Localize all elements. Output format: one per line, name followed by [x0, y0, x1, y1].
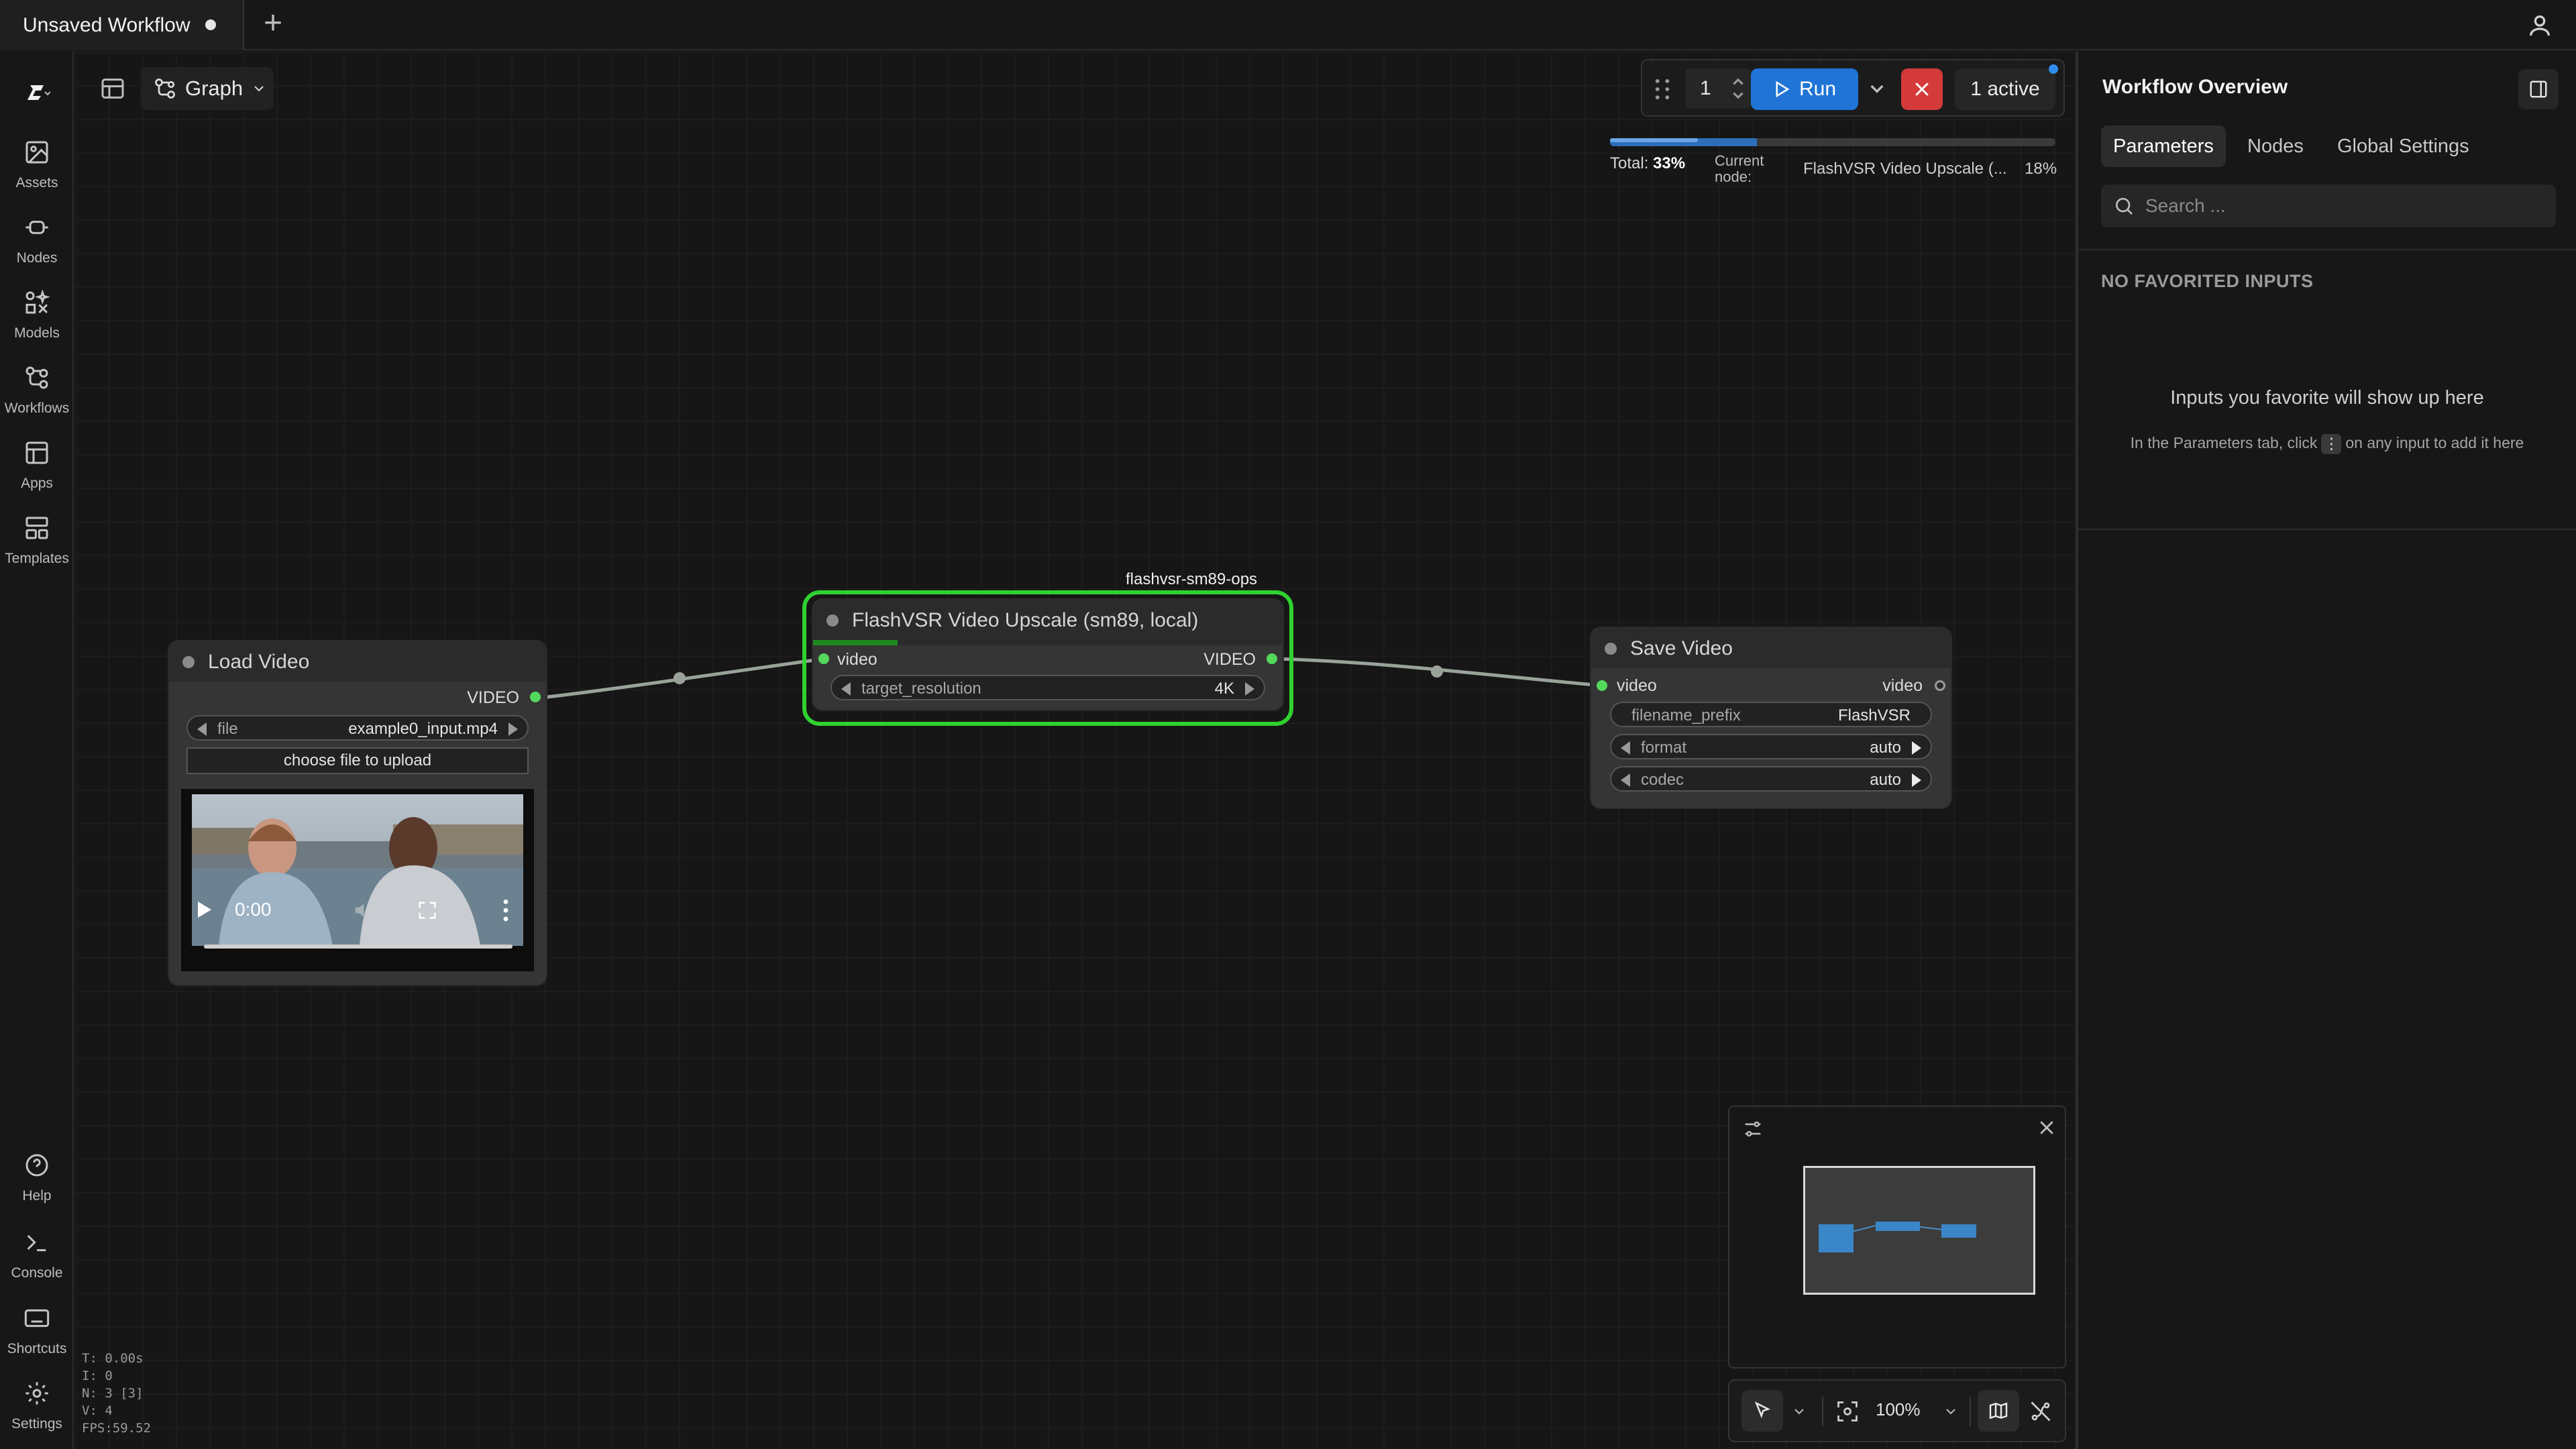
volume-icon[interactable]	[352, 899, 374, 922]
prev-arrow-icon[interactable]	[1621, 773, 1630, 787]
widget-label: file	[217, 720, 238, 738]
fullscreen-icon[interactable]	[417, 900, 437, 920]
stat-time: T: 0.00s	[82, 1351, 144, 1366]
render-stats: T: 0.00s I: 0 N: 3 [3] V: 4 FPS:59.52	[82, 1350, 151, 1437]
link-midpoint	[674, 672, 686, 684]
input-socket-video[interactable]	[818, 653, 829, 664]
prev-arrow-icon[interactable]	[197, 722, 207, 736]
widget-value: example0_input.mp4	[348, 720, 498, 738]
prev-arrow-icon[interactable]	[841, 682, 851, 696]
empty-heading: NO FAVORITED INPUTS	[2101, 271, 2314, 291]
output-socket-video[interactable]	[1935, 680, 1945, 691]
more-options-icon: ⋮	[2321, 434, 2342, 454]
tab-global-settings[interactable]: Global Settings	[2325, 125, 2481, 167]
video-player[interactable]: 0:00	[181, 789, 534, 971]
output-socket[interactable]	[530, 692, 541, 702]
chevron-down-icon[interactable]	[1943, 1403, 1959, 1419]
stat-iterations: I: 0	[82, 1368, 113, 1383]
panel-title: Workflow Overview	[2102, 76, 2288, 98]
output-label: video	[1882, 676, 1923, 695]
link-midpoint	[1431, 665, 1443, 678]
widget-label: filename_prefix	[1631, 706, 1741, 724]
chevron-down-icon[interactable]	[1791, 1403, 1807, 1419]
search-input[interactable]	[2145, 184, 2534, 227]
hide-links-icon[interactable]	[2029, 1399, 2053, 1424]
select-tool-button[interactable]	[1741, 1390, 1783, 1432]
fit-view-icon[interactable]	[1835, 1399, 1860, 1424]
node-collapse-dot[interactable]	[182, 656, 195, 668]
widget-label: codec	[1641, 771, 1684, 789]
file-combo-widget[interactable]: file example0_input.mp4	[186, 715, 529, 741]
node-title: Load Video	[208, 651, 310, 673]
filename-prefix-widget[interactable]: filename_prefix FlashVSR	[1610, 702, 1932, 727]
node-progress-track	[813, 640, 1283, 645]
empty-hint: In the Parameters tab, click ⋮ on any inpu…	[2078, 434, 2576, 454]
next-arrow-icon[interactable]	[1245, 682, 1254, 696]
pointer-icon	[1754, 1401, 1771, 1419]
widget-value: FlashVSR	[1837, 706, 1911, 724]
empty-message: Inputs you favorite will show up here	[2170, 387, 2484, 409]
node-header[interactable]: Load Video	[169, 641, 546, 682]
stat-vertices: V: 4	[82, 1403, 113, 1418]
widget-label: format	[1641, 739, 1687, 757]
node-collapse-dot[interactable]	[1605, 643, 1617, 655]
output-label: VIDEO	[1203, 650, 1256, 669]
divider	[1822, 1397, 1823, 1426]
next-arrow-icon[interactable]	[1912, 741, 1921, 755]
search-box[interactable]	[2101, 184, 2556, 227]
prev-arrow-icon[interactable]	[1621, 741, 1630, 755]
node-progress-fill	[813, 640, 898, 645]
target-resolution-widget[interactable]: target_resolution 4K	[830, 675, 1265, 700]
input-socket-video[interactable]	[1597, 680, 1607, 691]
stat-nodes: N: 3 [3]	[82, 1386, 144, 1401]
minimap[interactable]	[1728, 1106, 2066, 1368]
output-socket-video[interactable]	[1267, 653, 1277, 664]
node-title: Save Video	[1630, 637, 1733, 659]
widget-value: auto	[1870, 739, 1901, 757]
hint-text-after: on any input to add it here	[2345, 434, 2524, 452]
panel-toggle-button[interactable]	[2518, 69, 2559, 109]
input-label: video	[1617, 676, 1657, 695]
panel-right-icon	[2530, 80, 2547, 98]
tab-nodes[interactable]: Nodes	[2235, 125, 2316, 167]
divider	[1970, 1397, 1971, 1426]
play-icon[interactable]	[197, 902, 212, 918]
node-title: FlashVSR Video Upscale (sm89, local)	[852, 609, 1199, 631]
zoom-level[interactable]: 100%	[1876, 1399, 1921, 1420]
upload-button[interactable]: choose file to upload	[186, 747, 529, 774]
input-label: video	[837, 650, 877, 669]
node-header[interactable]: Save Video	[1591, 628, 1951, 668]
hint-text-before: In the Parameters tab, click	[2130, 434, 2318, 452]
node-badge: flashvsr-sm89-ops	[1126, 570, 1258, 588]
video-time: 0:00	[235, 899, 272, 920]
map-icon	[1989, 1402, 2008, 1419]
next-arrow-icon[interactable]	[1912, 773, 1921, 787]
node-collapse-dot[interactable]	[826, 614, 839, 627]
minimap-toggle-button[interactable]	[1978, 1390, 2019, 1432]
widget-label: target_resolution	[861, 680, 981, 698]
video-thumbnail	[192, 794, 523, 946]
stat-fps: FPS:59.52	[82, 1421, 151, 1436]
minimap-viewport[interactable]	[1803, 1166, 2035, 1295]
widget-value: auto	[1870, 771, 1901, 789]
output-label: VIDEO	[467, 688, 519, 707]
node-load-video[interactable]: Load Video VIDEO file example0_input.mp4…	[169, 641, 546, 985]
tab-parameters[interactable]: Parameters	[2101, 125, 2226, 167]
widget-value: 4K	[1214, 680, 1234, 698]
node-flashvsr-upscale[interactable]: FlashVSR Video Upscale (sm89, local) vid…	[813, 600, 1283, 710]
codec-widget[interactable]: codec auto	[1610, 766, 1932, 792]
node-save-video[interactable]: Save Video video video filename_prefix F…	[1591, 628, 1951, 808]
next-arrow-icon[interactable]	[508, 722, 518, 736]
workflow-overview-panel: Workflow Overview Parameters Nodes Globa…	[2076, 52, 2576, 1449]
sliders-icon[interactable]	[1741, 1118, 1764, 1140]
video-seek-bar[interactable]	[204, 945, 513, 949]
format-widget[interactable]: format auto	[1610, 734, 1932, 759]
divider	[2078, 529, 2576, 530]
close-icon[interactable]	[2037, 1118, 2057, 1138]
divider	[2078, 249, 2576, 250]
more-options-icon[interactable]	[502, 899, 510, 922]
node-header[interactable]: FlashVSR Video Upscale (sm89, local)	[813, 600, 1283, 640]
minimap-nodes	[1819, 1222, 1976, 1252]
search-icon	[2116, 198, 2133, 215]
